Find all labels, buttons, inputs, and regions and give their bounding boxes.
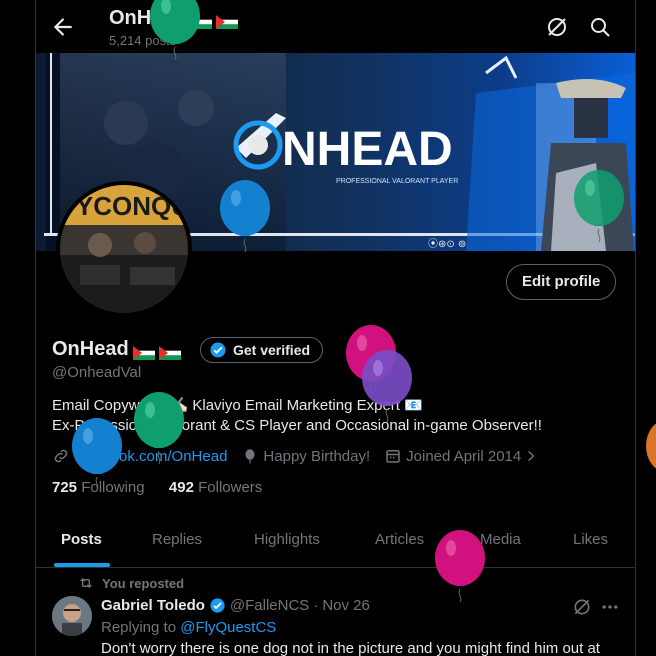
replying-to-link[interactable]: @FlyQuestCS	[180, 619, 276, 636]
calendar-icon	[386, 450, 400, 463]
bio-line: Ex-Professional Valorant & CS Player and…	[52, 417, 542, 434]
top-header: OnHead 5,214 posts	[36, 0, 635, 53]
svg-text:PROFESSIONAL VALORANT PLAYER: PROFESSIONAL VALORANT PLAYER	[336, 178, 458, 185]
palestine-flag-icon	[158, 343, 181, 360]
more-options-icon[interactable]	[600, 597, 620, 617]
link-icon	[54, 449, 68, 463]
profile-bio: Email Copywriter ✍🏻 Klaviyo Email Market…	[52, 396, 622, 436]
grok-icon[interactable]	[545, 15, 569, 39]
joined-item[interactable]: Joined April 2014	[384, 447, 542, 465]
post-author-avatar[interactable]	[52, 596, 92, 636]
repost-icon	[80, 578, 92, 588]
balloon-icon	[245, 449, 255, 464]
palestine-flag-icon	[189, 12, 212, 29]
joined-text: Joined April 2014	[406, 447, 522, 465]
followers-link[interactable]: 492 Followers	[169, 479, 262, 496]
palestine-flag-icon	[132, 343, 155, 360]
birthday-text: Happy Birthday!	[263, 447, 371, 465]
tab-articles[interactable]: Articles	[375, 515, 424, 567]
birthday-balloon	[646, 423, 656, 469]
follow-stats: 725 Following 492 Followers	[52, 479, 262, 496]
edit-profile-button[interactable]: Edit profile	[506, 264, 617, 300]
chevron-right-icon	[528, 450, 535, 462]
post-header: Gabriel Toledo @FalleNCS · Nov 26	[101, 597, 370, 614]
tab-media[interactable]: Media	[480, 515, 521, 567]
verified-badge-icon	[210, 342, 226, 358]
website-item[interactable]: facebook.com/OnHead	[52, 447, 227, 465]
profile-column: OnHead 5,214 posts NHEAD PROFESSIONAL VA…	[35, 0, 636, 656]
svg-text:NHEAD: NHEAD	[282, 123, 453, 176]
active-tab-indicator	[54, 563, 110, 567]
repost-label: You reposted	[102, 575, 185, 591]
get-verified-button[interactable]: Get verified	[200, 337, 324, 363]
palestine-flag-icon	[215, 12, 238, 29]
header-post-count: 5,214 posts	[109, 33, 177, 48]
verified-badge-icon	[210, 598, 225, 613]
post-separator: ·	[313, 597, 319, 614]
back-arrow-icon[interactable]	[50, 14, 76, 40]
profile-avatar[interactable]: TYCONQUE	[56, 181, 192, 317]
tab-posts[interactable]: Posts	[61, 515, 102, 567]
website-link[interactable]: facebook.com/OnHead	[74, 448, 227, 465]
repost-indicator: You reposted	[78, 575, 184, 591]
following-link[interactable]: 725 Following	[52, 479, 145, 496]
bio-line: Email Copywriter ✍🏻 Klaviyo Email Market…	[52, 397, 423, 414]
profile-handle: @OnheadVal	[52, 364, 142, 381]
post-date[interactable]: Nov 26	[322, 597, 370, 614]
search-icon[interactable]	[588, 15, 612, 39]
svg-text:⦿⊛⊙ ⊚: ⦿⊛⊙ ⊚	[428, 238, 466, 250]
birthday-item: Happy Birthday!	[241, 447, 370, 465]
get-verified-label: Get verified	[233, 342, 311, 358]
post-author-handle[interactable]: @FalleNCS	[230, 597, 309, 614]
post-text: Don't worry there is one dog not in the …	[101, 640, 600, 656]
profile-meta: facebook.com/OnHead Happy Birthday! Join…	[52, 447, 556, 465]
tab-replies[interactable]: Replies	[152, 515, 202, 567]
avatar-photo: TYCONQUE	[60, 185, 188, 313]
profile-tabs: Posts Replies Highlights Articles Media …	[36, 515, 635, 568]
tab-likes[interactable]: Likes	[573, 515, 608, 567]
grok-icon[interactable]	[572, 597, 592, 617]
display-name: OnHead	[52, 338, 181, 361]
replying-to: Replying to @FlyQuestCS	[101, 619, 277, 636]
author-photo	[52, 596, 92, 636]
header-title: OnHead	[109, 7, 238, 30]
post-author-name[interactable]: Gabriel Toledo	[101, 597, 205, 614]
tab-highlights[interactable]: Highlights	[254, 515, 320, 567]
